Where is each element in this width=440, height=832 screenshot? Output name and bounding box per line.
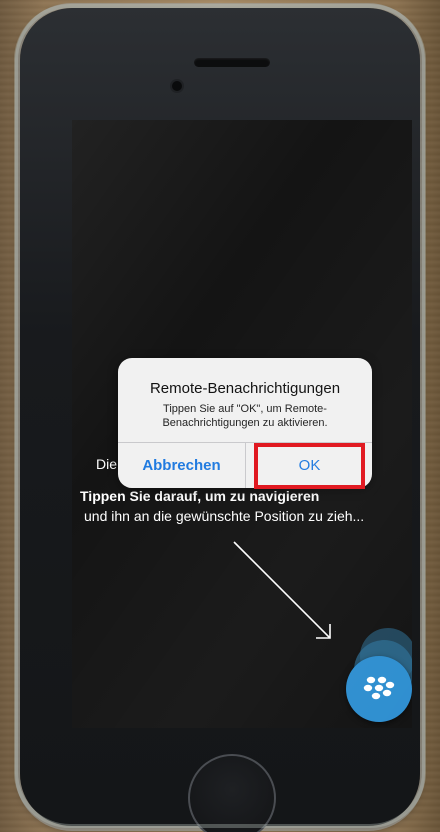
- alert-message: Tippen Sie auf "OK", um Remote-Benachric…: [162, 403, 328, 429]
- ok-button[interactable]: OK: [246, 443, 372, 488]
- notification-permission-alert: Remote-Benachrichtigungen Tippen Sie auf…: [118, 358, 372, 488]
- blackberry-floating-button[interactable]: [346, 656, 412, 722]
- cancel-button[interactable]: Abbrechen: [118, 443, 245, 488]
- hint-text-line3: und ihn an die gewünschte Position zu zi…: [84, 508, 365, 524]
- hint-text-line2: Tippen Sie darauf, um zu navigieren: [80, 488, 320, 504]
- front-camera-icon: [172, 81, 182, 91]
- blackberry-logo-icon: [363, 676, 395, 700]
- alert-title: Remote-Benachrichtigungen: [149, 380, 341, 397]
- earpiece-speaker: [194, 58, 270, 67]
- phone-screen: Die Tippen Sie darauf, um zu navigieren …: [72, 120, 412, 728]
- drag-arrow-icon: [233, 541, 331, 639]
- phone-body: Die Tippen Sie darauf, um zu navigieren …: [20, 8, 420, 832]
- hint-text-line1: Die: [96, 456, 118, 472]
- home-button[interactable]: [188, 754, 276, 832]
